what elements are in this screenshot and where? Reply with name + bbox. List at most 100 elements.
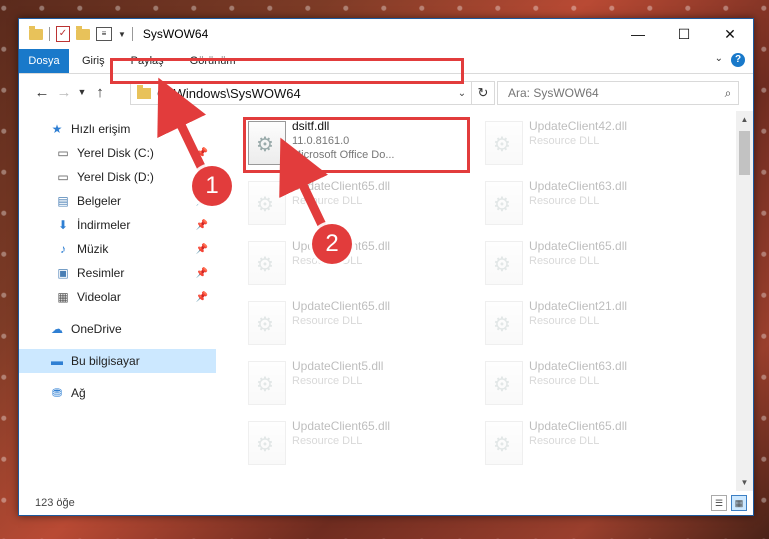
item-count: 123 öğe	[35, 497, 75, 509]
dll-file-icon	[485, 121, 523, 165]
file-tile[interactable]: UpdateClient65.dllResource DLL	[244, 417, 469, 475]
step-2-badge: 2	[312, 224, 352, 264]
sidebar-item-label: Bu bilgisayar	[71, 354, 140, 368]
highlight-frame-file	[243, 117, 470, 173]
scroll-thumb[interactable]	[739, 131, 750, 175]
folder-icon	[29, 25, 43, 40]
new-folder-icon[interactable]	[76, 25, 90, 40]
step-1-badge: 1	[192, 166, 232, 206]
toolbar-separator	[131, 27, 133, 41]
file-list: dsitf.dll 11.0.8161.0 Microsoft Office D…	[216, 111, 753, 491]
file-tile[interactable]: UpdateClient42.dll Resource DLL	[481, 117, 706, 175]
sidebar-item-pictures[interactable]: ▣ Resimler 📌	[19, 261, 216, 285]
file-name: UpdateClient65.dll	[292, 299, 391, 313]
scroll-up-icon[interactable]: ▲	[736, 111, 753, 128]
sidebar-item-label: Müzik	[77, 242, 109, 256]
file-tile[interactable]: UpdateClient65.dll Resource DLL	[244, 297, 469, 355]
drive-icon: ▭	[57, 170, 69, 184]
dll-file-icon	[248, 241, 286, 285]
up-button[interactable]: ↑	[89, 84, 111, 101]
sidebar-item-label: Yerel Disk (C:)	[77, 146, 154, 160]
computer-icon: ▬	[51, 354, 63, 368]
content-area: ★ Hızlı erişim ▭ Yerel Disk (C:) 📌 ▭ Yer…	[19, 111, 753, 491]
sidebar-item-label: Resimler	[77, 266, 125, 280]
file-tile[interactable]: UpdateClient21.dll Resource DLL	[481, 297, 706, 355]
tiles-view-icon[interactable]: ▦	[731, 495, 747, 511]
search-input[interactable]	[506, 85, 718, 101]
sidebar-item-network[interactable]: ⛃ Ağ	[19, 381, 216, 405]
quick-access-toolbar: ✓ ≡ ▼	[19, 25, 133, 42]
pin-icon[interactable]: 📌	[196, 292, 208, 303]
help-icon[interactable]: ?	[731, 53, 745, 67]
sidebar-item-videos[interactable]: ▦ Videolar 📌	[19, 285, 216, 309]
star-icon: ★	[51, 122, 63, 136]
close-button[interactable]: ✕	[707, 19, 753, 49]
forward-button[interactable]: →	[53, 84, 75, 101]
search-box[interactable]: ⌕	[497, 81, 739, 105]
address-dropdown-icon[interactable]: ⌄	[453, 88, 471, 99]
file-description: Resource DLL	[529, 255, 600, 267]
file-description: Resource DLL	[529, 375, 600, 387]
navigation-pane: ★ Hızlı erişim ▭ Yerel Disk (C:) 📌 ▭ Yer…	[19, 111, 216, 491]
pin-icon[interactable]: 📌	[196, 268, 208, 279]
file-name: UpdateClient63.dll	[529, 359, 628, 373]
address-path[interactable]: C:\Windows\SysWOW64	[157, 86, 453, 101]
sidebar-item-local-disk-d[interactable]: ▭ Yerel Disk (D:)	[19, 165, 216, 189]
maximize-button[interactable]: ☐	[661, 19, 707, 49]
toolbar-separator	[49, 27, 50, 41]
sidebar-item-quick-access[interactable]: ★ Hızlı erişim	[19, 117, 216, 141]
scroll-down-icon[interactable]: ▼	[736, 474, 753, 491]
pin-icon[interactable]: 📌	[196, 244, 208, 255]
search-icon[interactable]: ⌕	[718, 86, 738, 101]
file-name: UpdateClient65.dll	[292, 179, 391, 193]
file-tile[interactable]: UpdateClient5.dll Resource DLL	[244, 357, 469, 415]
file-description: Resource DLL	[292, 195, 363, 207]
properties-check-icon[interactable]: ✓	[56, 26, 70, 42]
sidebar-item-documents[interactable]: ▤ Belgeler 📌	[19, 189, 216, 213]
sidebar-item-label: Belgeler	[77, 194, 122, 208]
sidebar-item-music[interactable]: ♪ Müzik 📌	[19, 237, 216, 261]
vertical-scrollbar[interactable]: ▲ ▼	[736, 111, 753, 491]
recent-locations-icon[interactable]: ▼	[75, 87, 89, 97]
pin-icon[interactable]: 📌	[196, 220, 208, 231]
file-name: UpdateClient21.dll	[529, 299, 628, 313]
sidebar-item-onedrive[interactable]: ☁ OneDrive	[19, 317, 216, 341]
sidebar-item-label: OneDrive	[71, 322, 122, 336]
sidebar-item-local-disk-c[interactable]: ▭ Yerel Disk (C:) 📌	[19, 141, 216, 165]
back-button[interactable]: ←	[31, 84, 53, 101]
file-tile[interactable]: UpdateClient65.dll Resource DLL	[244, 177, 469, 235]
sidebar-item-downloads[interactable]: ⬇ İndirmeler 📌	[19, 213, 216, 237]
pictures-icon: ▣	[57, 266, 69, 280]
sidebar-item-this-pc[interactable]: ▬ Bu bilgisayar	[19, 349, 216, 373]
customize-icon[interactable]: ≡	[96, 27, 112, 41]
file-name: UpdateClient65.dll	[292, 419, 391, 433]
file-tile[interactable]: UpdateClient65.dllResource DLL	[481, 417, 706, 475]
details-view-icon[interactable]: ☰	[711, 495, 727, 511]
address-bar[interactable]: C:\Windows\SysWOW64 ⌄	[130, 81, 472, 105]
highlight-frame-address	[110, 58, 464, 84]
file-description: Resource DLL	[529, 435, 600, 447]
file-tile[interactable]: UpdateClient65.dll Resource DLL	[481, 237, 706, 295]
sidebar-item-label: İndirmeler	[77, 218, 131, 232]
file-tile[interactable]: UpdateClient63.dll Resource DLL	[481, 357, 706, 415]
dll-file-icon	[485, 181, 523, 225]
expand-ribbon-icon[interactable]: ⌄	[715, 53, 723, 64]
minimize-button[interactable]: —	[615, 19, 661, 49]
file-name: UpdateClient65.dll	[529, 239, 628, 253]
file-tile[interactable]: UpdateClient63.dll Resource DLL	[481, 177, 706, 235]
file-description: Resource DLL	[292, 315, 363, 327]
pin-icon[interactable]: 📌	[196, 148, 208, 159]
refresh-button[interactable]: ↻	[471, 81, 495, 105]
dll-file-icon	[248, 361, 286, 405]
tab-file[interactable]: Dosya	[19, 49, 69, 73]
dll-file-icon	[485, 241, 523, 285]
file-tile[interactable]: UpdateClient65.dllResource DLL	[244, 237, 469, 295]
sidebar-item-label: Yerel Disk (D:)	[77, 170, 154, 184]
chevron-down-icon[interactable]: ▼	[118, 30, 126, 39]
file-description: Resource DLL	[292, 375, 363, 387]
download-icon: ⬇	[57, 218, 69, 232]
music-icon: ♪	[60, 242, 66, 256]
